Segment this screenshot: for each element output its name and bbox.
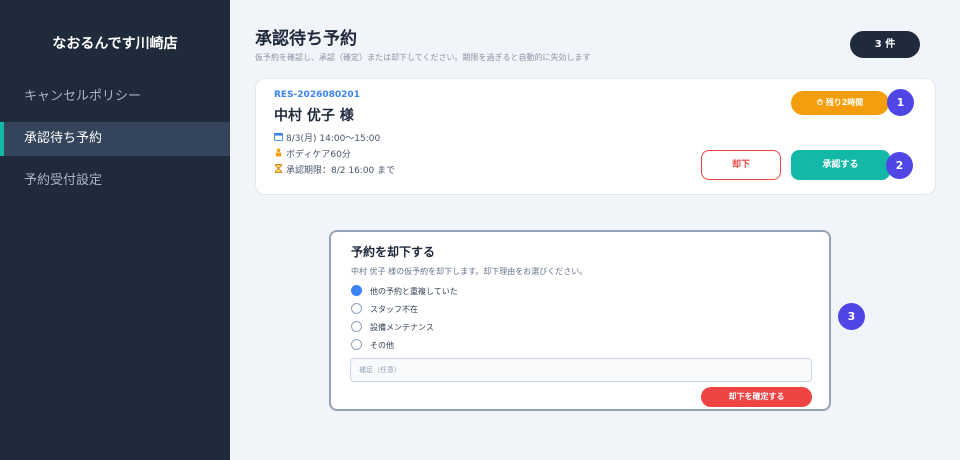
reservation-datetime: 8/3(月) 14:00〜15:00 [286, 134, 381, 144]
marker-3: 3 [838, 303, 865, 330]
note-input[interactable] [350, 358, 812, 382]
reservation-deadline: 承認期限：8/2 16:00 まで [286, 166, 396, 176]
dialog-title: 予約を却下する [351, 245, 436, 259]
radio-icon[interactable] [351, 339, 362, 350]
page-subtitle: 仮予約を確認し、承認（確定）または却下してください。期限を過ぎると自動的に失効し… [255, 53, 591, 62]
sidebar: なおるんです川崎店 キャンセルポリシー 承認待ち予約 予約受付設定 [0, 0, 230, 460]
reservation-datetime-row: 8/3(月) 14:00〜15:00 [274, 131, 380, 144]
reason-option-other[interactable]: その他 [351, 339, 394, 354]
sidebar-item-reservation-settings[interactable]: 予約受付設定 [0, 164, 230, 198]
count-badge: 3 件 [850, 31, 920, 58]
reservation-card: RES-2026080201 中村 优子 様 8/3(月) 14:00〜15:0… [255, 78, 936, 195]
marker-1: 1 [887, 89, 914, 116]
reason-option-staff-absent[interactable]: スタッフ不在 [351, 303, 418, 318]
sidebar-item-cancel-policy[interactable]: キャンセルポリシー [0, 80, 230, 114]
marker-2: 2 [886, 152, 913, 179]
reservation-id: RES-2026080201 [274, 90, 360, 100]
brand-name: なおるんです川崎店 [52, 36, 178, 52]
reject-dialog: 予約を却下する 中村 优子 様の仮予約を却下します。却下理由をお選びください。 … [329, 230, 831, 411]
reservation-service: ボディケア60分 [286, 150, 351, 160]
reason-label: その他 [370, 341, 394, 350]
calendar-icon [274, 132, 286, 144]
customer-name: 中村 优子 様 [274, 108, 354, 124]
radio-icon[interactable] [351, 321, 362, 332]
reservation-deadline-row: 承認期限：8/2 16:00 まで [274, 163, 395, 176]
hourglass-icon [274, 164, 286, 176]
reason-label: 設備メンテナンス [370, 323, 434, 332]
reason-label: 他の予約と重複していた [370, 287, 458, 296]
time-remaining-badge: ⏱ 残り2時間 [791, 91, 889, 115]
reservation-service-row: ボディケア60分 [274, 147, 351, 160]
massage-icon [274, 148, 286, 160]
dialog-description: 中村 优子 様の仮予約を却下します。却下理由をお選びください。 [351, 267, 588, 276]
sidebar-item-pending-reservations[interactable]: 承認待ち予約 [0, 122, 230, 156]
radio-icon[interactable] [351, 303, 362, 314]
confirm-reject-button[interactable]: 却下を確定する [701, 387, 812, 407]
radio-checked-icon[interactable] [351, 285, 362, 296]
page-title: 承認待ち予約 [255, 29, 357, 49]
reason-label: スタッフ不在 [370, 305, 418, 314]
reject-button[interactable]: 却下 [701, 150, 781, 180]
reason-option-overlap[interactable]: 他の予約と重複していた [351, 285, 458, 300]
reason-option-maintenance[interactable]: 設備メンテナンス [351, 321, 434, 336]
approve-button[interactable]: 承認する [791, 150, 890, 180]
